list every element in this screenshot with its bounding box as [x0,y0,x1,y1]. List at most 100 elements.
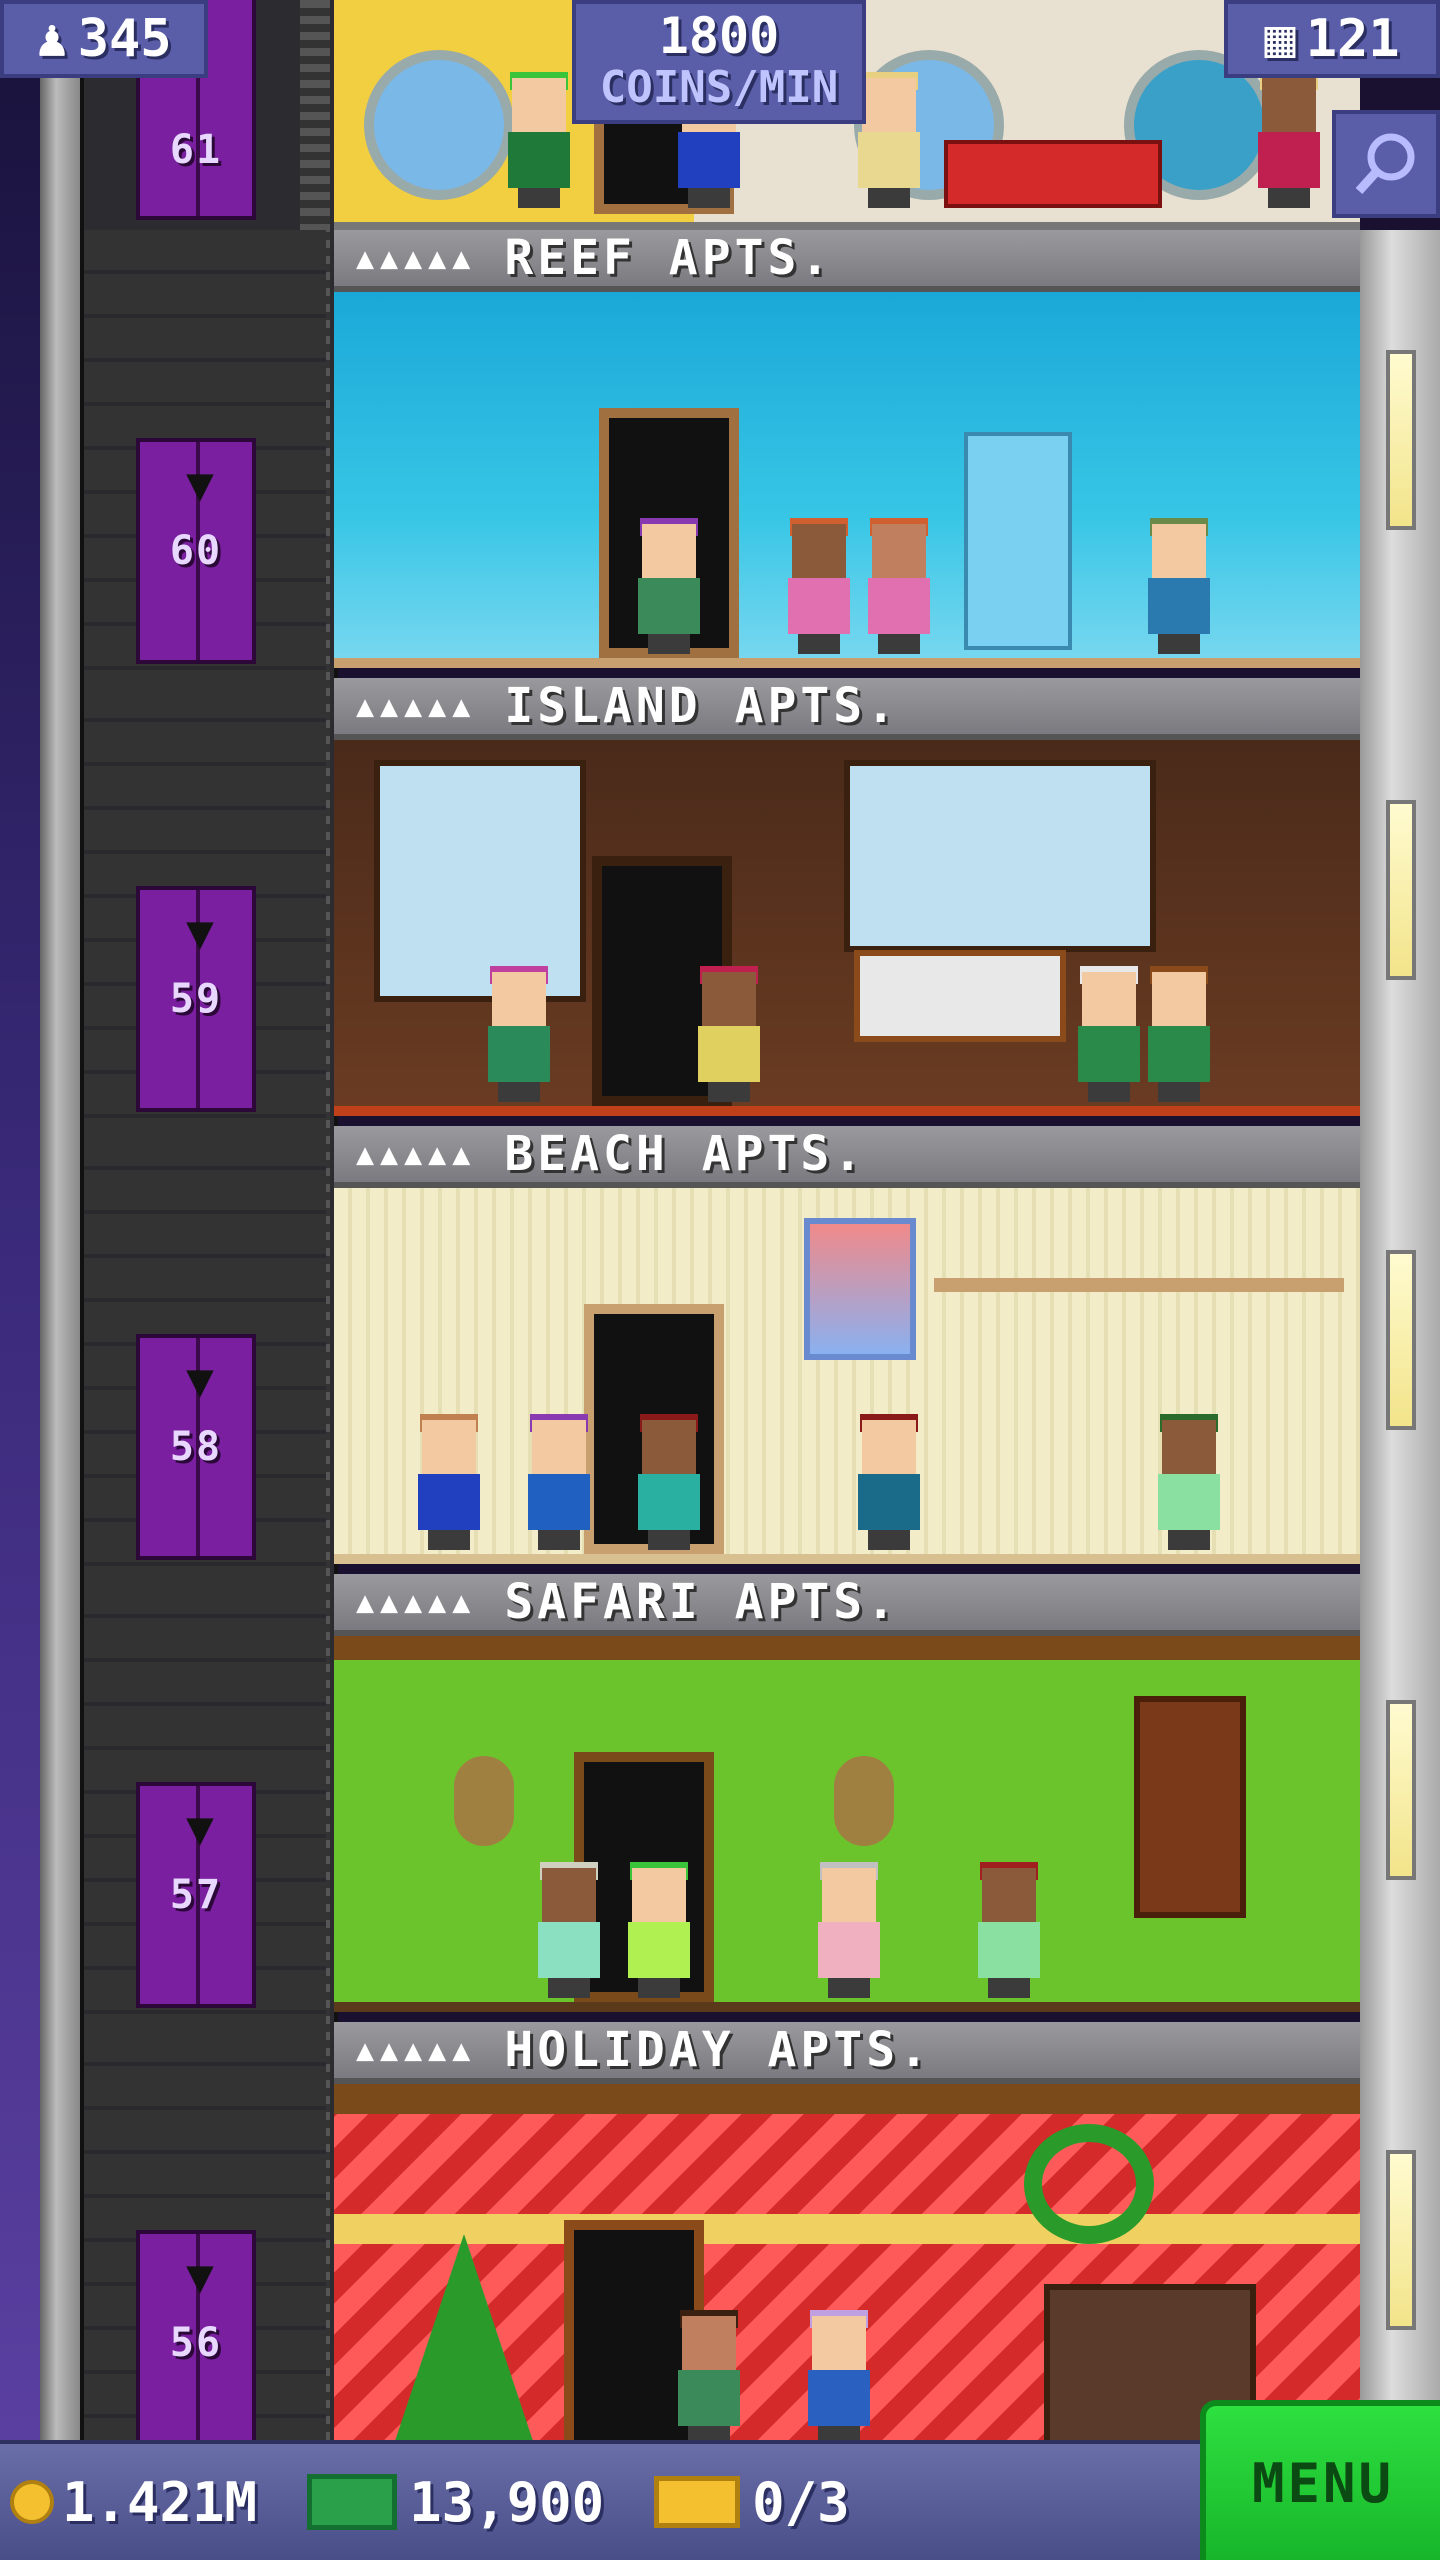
ceiling-trim [334,2084,1360,2114]
coin-icon [10,2480,54,2524]
floor-counter[interactable]: ▦ 121 [1224,0,1440,78]
population-counter[interactable]: ♟ 345 [0,0,208,78]
person-icon: ♟ [36,9,68,69]
bat-icon: ▼ [186,1801,214,1855]
beach-painting [804,1218,916,1360]
bux-icon [307,2474,398,2530]
window [374,760,586,1002]
resident[interactable] [1144,518,1214,654]
floor-number: 61 [169,127,223,173]
resident-count-icons: ▲▲▲▲▲ [356,2032,477,2068]
floor-57-safari-apts[interactable]: ▲▲▲▲▲ SAFARI APTS. [334,1574,1360,2022]
tower-outer-wall [40,0,80,2440]
red-sofa [944,140,1162,208]
floor-58-beach-apts[interactable]: ▲▲▲▲▲ BEACH APTS. [334,1126,1360,1574]
coin-rate-display: 1800 COINS/MIN [572,0,866,124]
tickets-value: 0/3 [752,2470,850,2534]
coins-stat[interactable]: 1.421M [10,2471,257,2534]
room-interior [334,292,1360,668]
elevator-car-59[interactable]: ▼ 59 [136,886,256,1112]
floor-number: 59 [169,976,223,1022]
resident[interactable] [1154,1414,1224,1550]
search-button[interactable] [1332,110,1440,218]
floor-number: 57 [169,1872,223,1918]
floor-base [334,2002,1360,2012]
resident[interactable] [784,518,854,654]
resident[interactable] [484,966,554,1102]
shutter-window [1134,1696,1246,1918]
menu-button-label: MENU [1251,2451,1395,2515]
window-light [1386,1700,1416,1880]
wall-shelf [934,1278,1344,1292]
resident[interactable] [524,1414,594,1550]
window [844,760,1156,952]
floor-name: HOLIDAY APTS. [504,2022,932,2078]
floor-header: ▲▲▲▲▲ ISLAND APTS. [334,678,1360,740]
resident[interactable] [414,1414,484,1550]
room-interior [334,1636,1360,2012]
game-screen: 61 ▼ 60 ▼ 59 ▼ 58 ▼ 57 ▼ 56 ▲▲▲▲▲ REEF A… [0,0,1440,2560]
wreath [1024,2124,1154,2244]
bux-value: 13,900 [409,2470,605,2534]
window-light [1386,2150,1416,2330]
ticket-icon [654,2476,741,2528]
night-sky [0,0,40,2440]
porthole-window [364,50,514,200]
floor-header: ▲▲▲▲▲ BEACH APTS. [334,1126,1360,1188]
floor-name: REEF APTS. [504,230,834,286]
tribal-mask [454,1756,514,1846]
floor-name: SAFARI APTS. [504,1574,900,1630]
floor-number: 60 [169,528,223,574]
resident[interactable] [804,2310,874,2446]
elevator-car-57[interactable]: ▼ 57 [136,1782,256,2008]
floor-base [334,658,1360,668]
elevator-car-56[interactable]: ▼ 56 [136,2230,256,2456]
population-value: 345 [77,9,172,69]
resident[interactable] [624,1862,694,1998]
resident[interactable] [634,1414,704,1550]
resident[interactable] [1254,72,1324,208]
bat-icon: ▼ [186,457,214,511]
floor-59-island-apts[interactable]: ▲▲▲▲▲ ISLAND APTS. [334,678,1360,1126]
resident[interactable] [974,1862,1044,1998]
magnifier-icon [1355,133,1415,195]
bat-icon: ▼ [186,1353,214,1407]
resident[interactable] [814,1862,884,1998]
resident[interactable] [864,518,934,654]
resident[interactable] [1074,966,1144,1102]
coins-value: 1.421M [62,2470,258,2534]
elevator-car-58[interactable]: ▼ 58 [136,1334,256,1560]
floor-header: ▲▲▲▲▲ HOLIDAY APTS. [334,2022,1360,2084]
floor-header: ▲▲▲▲▲ REEF APTS. [334,230,1360,292]
building-icon: ▦ [1264,9,1296,69]
window-light [1386,800,1416,980]
bat-icon: ▼ [186,905,214,959]
floor-name: BEACH APTS. [504,1126,867,1182]
coin-rate-unit: COINS/MIN [599,62,839,113]
resident-count-icons: ▲▲▲▲▲ [356,240,477,276]
room-interior [334,1188,1360,1564]
floor-60-reef-apts[interactable]: ▲▲▲▲▲ REEF APTS. [334,230,1360,678]
resident[interactable] [634,518,704,654]
resident[interactable] [694,966,764,1102]
fridge [964,432,1072,650]
elevator-car-60[interactable]: ▼ 60 [136,438,256,664]
resident[interactable] [504,72,574,208]
bed [854,950,1066,1042]
coin-rate-value: 1800 [658,7,780,65]
menu-button[interactable]: MENU [1200,2400,1440,2560]
bux-stat[interactable]: 13,900 [267,2471,604,2534]
floor-base [334,1106,1360,1116]
resident[interactable] [1144,966,1214,1102]
window-light [1386,350,1416,530]
floor-header: ▲▲▲▲▲ SAFARI APTS. [334,1574,1360,1636]
bat-icon: ▼ [186,2249,214,2303]
resident-count-icons: ▲▲▲▲▲ [356,688,477,724]
resident-count-icons: ▲▲▲▲▲ [356,1136,477,1172]
tribal-mask [834,1756,894,1846]
resident[interactable] [674,2310,744,2446]
floor-count-value: 121 [1305,9,1400,69]
tickets-stat[interactable]: 0/3 [614,2471,850,2534]
resident[interactable] [854,1414,924,1550]
resident[interactable] [534,1862,604,1998]
